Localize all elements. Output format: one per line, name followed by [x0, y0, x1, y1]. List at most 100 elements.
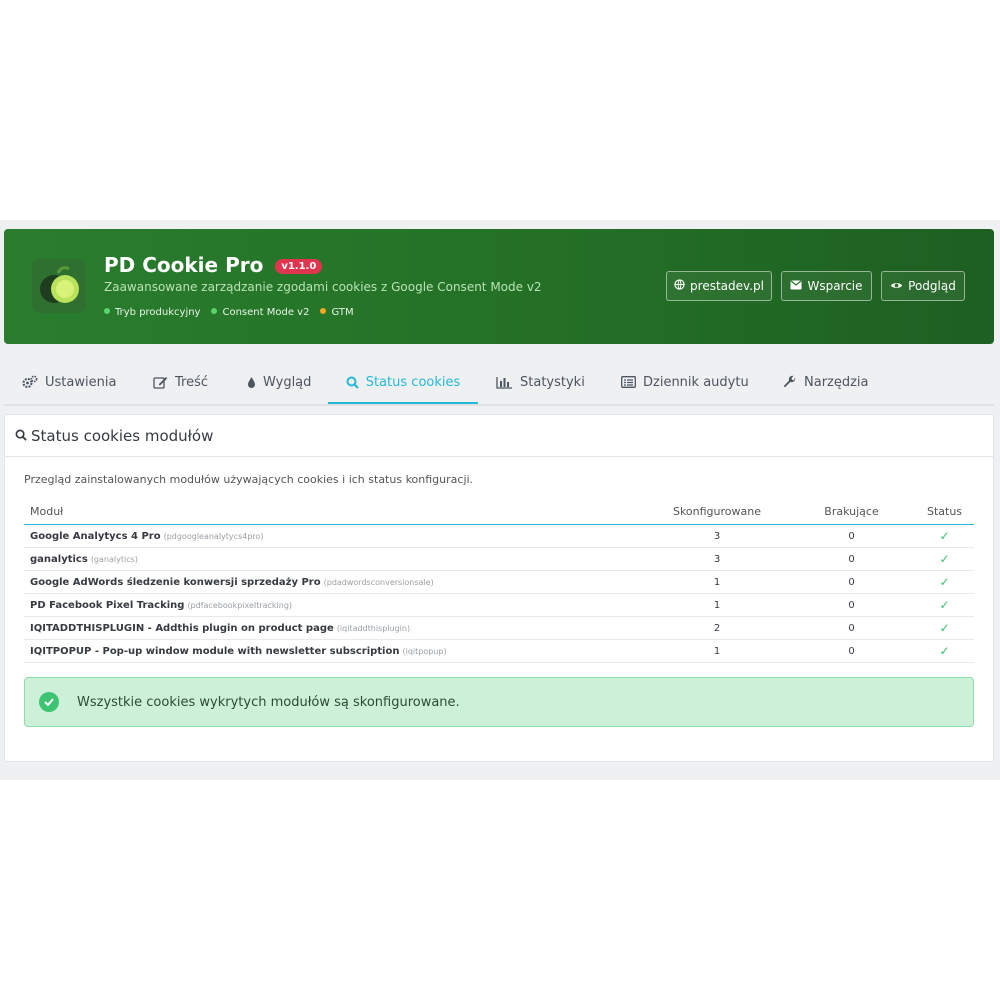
column-header-missing: Brakujące: [788, 498, 915, 525]
wrench-icon: [782, 375, 797, 390]
status-check-icon: ✓: [915, 570, 974, 594]
eye-icon: [890, 279, 903, 293]
configured-count: 3: [646, 547, 788, 571]
tab-tresc[interactable]: Treść: [153, 362, 208, 402]
module-cell: PD Facebook Pixel Tracking (pdfacebookpix…: [24, 593, 646, 617]
module-cell: IQITADDTHISPLUGIN - Addthis plugin on pr…: [24, 616, 646, 640]
tab-narzedzia[interactable]: Narzędzia: [782, 362, 869, 402]
missing-count: 0: [788, 570, 915, 594]
status-check-icon: ✓: [915, 547, 974, 571]
globe-icon: [674, 279, 685, 293]
module-cell: ganalytics (ganalytics): [24, 547, 646, 571]
status-consent-mode: Consent Mode v2: [211, 307, 309, 318]
module-technical-name: (iqitpopup): [402, 646, 447, 656]
tab-label: Treść: [175, 374, 209, 390]
table-row: PD Facebook Pixel Tracking (pdfacebookpix…: [24, 593, 974, 617]
module-technical-name: (pdadwordsconversionsale): [323, 577, 434, 587]
table-row: IQITPOPUP - Pop-up window module with ne…: [24, 639, 974, 663]
module-config-frame: PD Cookie Pro v1.1.0 Zaawansowane zarządz…: [0, 220, 1000, 780]
status-label: GTM: [331, 307, 354, 318]
status-cookies-panel: Status cookies modułów Przegląd zainstal…: [4, 414, 994, 762]
preview-button[interactable]: Podgląd: [881, 271, 965, 301]
module-name: PD Facebook Pixel Tracking: [30, 599, 185, 611]
tab-bar: Ustawienia Treść Wygląd Status cookies S…: [4, 362, 994, 406]
module-name: IQITADDTHISPLUGIN - Addthis plugin on pr…: [30, 622, 334, 634]
status-label: Consent Mode v2: [222, 307, 310, 318]
table-row: IQITADDTHISPLUGIN - Addthis plugin on pr…: [24, 616, 974, 640]
status-check-icon: ✓: [915, 639, 974, 663]
status-check-icon: ✓: [915, 593, 974, 617]
module-cell: Google AdWords śledzenie konwersji sprze…: [24, 570, 646, 594]
success-alert-text: Wszystkie cookies wykrytych modułów są s…: [77, 694, 460, 710]
panel-title: Status cookies modułów: [31, 426, 214, 445]
module-name: IQITPOPUP - Pop-up window module with ne…: [30, 645, 400, 657]
tab-wyglad[interactable]: Wygląd: [247, 362, 311, 402]
status-label: Tryb produkcyjny: [115, 307, 201, 318]
list-alt-icon: [621, 376, 636, 388]
support-button[interactable]: Wsparcie: [781, 271, 872, 301]
missing-count: 0: [788, 524, 915, 548]
tab-label: Ustawienia: [45, 374, 117, 390]
panel-heading: Status cookies modułów: [5, 415, 993, 457]
tab-ustawienia[interactable]: Ustawienia: [22, 362, 116, 402]
edit-icon: [153, 375, 168, 389]
status-production: Tryb produkcyjny: [104, 307, 200, 318]
module-subtitle: Zaawansowane zarządzanie zgodami cookies…: [104, 280, 542, 294]
support-label: Wsparcie: [807, 279, 863, 293]
envelope-icon: [790, 279, 802, 293]
status-dot-icon: [320, 308, 327, 314]
search-icon: [346, 376, 359, 389]
missing-count: 0: [788, 547, 915, 571]
missing-count: 0: [788, 639, 915, 663]
preview-label: Podgląd: [908, 279, 956, 293]
bar-chart-icon: [496, 376, 513, 389]
configured-count: 1: [646, 593, 788, 617]
status-check-icon: ✓: [915, 616, 974, 640]
check-circle-icon: [39, 692, 59, 712]
configured-count: 3: [646, 524, 788, 548]
module-title-text: PD Cookie Pro: [104, 253, 264, 277]
panel-intro: Przegląd zainstalowanych modułów używają…: [24, 473, 474, 486]
configured-count: 2: [646, 616, 788, 640]
module-technical-name: (pdgoogleanalytycs4pro): [163, 531, 264, 541]
configured-count: 1: [646, 570, 788, 594]
column-header-module: Moduł: [24, 498, 646, 525]
module-title: PD Cookie Pro v1.1.0: [104, 253, 323, 277]
status-indicators: Tryb produkcyjny Consent Mode v2 GTM: [104, 307, 354, 318]
table-row: ganalytics (ganalytics) 3 0 ✓: [24, 547, 974, 571]
module-technical-name: (iqitaddthisplugin): [336, 623, 411, 633]
cogs-icon: [22, 375, 38, 389]
tab-dziennik-audytu[interactable]: Dziennik audytu: [621, 362, 749, 402]
tab-statystyki[interactable]: Statystyki: [496, 362, 585, 402]
module-name: Google Analytycs 4 Pro: [30, 530, 161, 542]
configured-count: 1: [646, 639, 788, 663]
module-technical-name: (pdfacebookpixeltracking): [187, 600, 293, 610]
status-dot-icon: [211, 308, 218, 314]
status-dot-icon: [104, 308, 110, 314]
missing-count: 0: [788, 593, 915, 617]
tint-icon: [247, 376, 256, 389]
tab-label: Statystyki: [520, 374, 585, 390]
column-header-configured: Skonfigurowane: [646, 498, 788, 525]
module-cell: IQITPOPUP - Pop-up window module with ne…: [24, 639, 646, 663]
module-name: ganalytics: [30, 553, 88, 565]
status-gtm: GTM: [320, 307, 354, 318]
version-badge: v1.1.0: [275, 259, 323, 274]
prestadev-link-label: prestadev.pl: [690, 279, 764, 293]
column-header-status: Status: [915, 498, 974, 525]
success-alert: Wszystkie cookies wykrytych modułów są s…: [24, 677, 974, 727]
table-header-row: Moduł Skonfigurowane Brakujące Status: [24, 498, 974, 525]
tab-label: Wygląd: [263, 374, 312, 390]
prestadev-link-button[interactable]: prestadev.pl: [666, 271, 772, 301]
status-check-icon: ✓: [915, 524, 974, 548]
module-name: Google AdWords śledzenie konwersji sprze…: [30, 576, 321, 588]
table-row: Google AdWords śledzenie konwersji sprze…: [24, 570, 974, 594]
tab-label: Narzędzia: [804, 374, 869, 390]
tab-label: Status cookies: [365, 374, 461, 390]
missing-count: 0: [788, 616, 915, 640]
tab-status-cookies[interactable]: Status cookies: [328, 362, 478, 404]
module-technical-name: (ganalytics): [90, 554, 138, 564]
table-row: Google Analytycs 4 Pro (pdgoogleanalytycs…: [24, 524, 974, 548]
module-header: PD Cookie Pro v1.1.0 Zaawansowane zarządz…: [4, 229, 994, 344]
module-logo: [32, 259, 86, 313]
